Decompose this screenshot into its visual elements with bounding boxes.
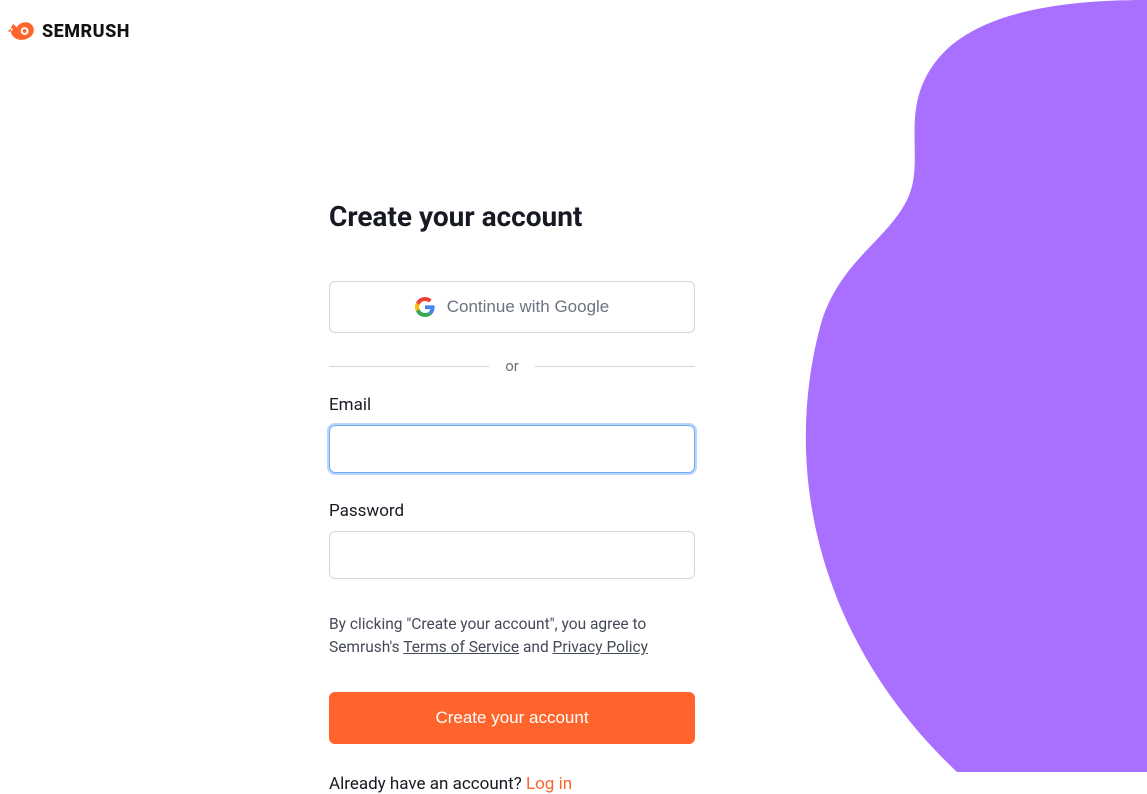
divider-line-right — [535, 366, 695, 367]
password-field[interactable] — [329, 531, 695, 579]
divider-line-left — [329, 366, 489, 367]
page-title: Create your account — [329, 200, 695, 233]
create-account-button[interactable]: Create your account — [329, 692, 695, 744]
continue-with-google-button[interactable]: Continue with Google — [329, 281, 695, 333]
semrush-fireball-icon — [8, 20, 36, 42]
login-link[interactable]: Log in — [526, 774, 572, 794]
terms-of-service-link[interactable]: Terms of Service — [403, 638, 519, 656]
login-prompt-text: Already have an account? — [329, 774, 526, 794]
password-label: Password — [329, 501, 695, 521]
logo-text: SEMRUSH — [42, 21, 130, 42]
google-icon — [415, 297, 435, 317]
divider: or — [329, 357, 695, 375]
google-button-label: Continue with Google — [447, 297, 610, 317]
privacy-policy-link[interactable]: Privacy Policy — [553, 638, 648, 656]
email-field[interactable] — [329, 425, 695, 473]
signup-form: Create your account Continue with Google… — [329, 200, 695, 794]
divider-text: or — [489, 357, 535, 375]
terms-text: By clicking "Create your account", you a… — [329, 613, 695, 660]
logo[interactable]: SEMRUSH — [8, 20, 130, 42]
background-decoration — [767, 0, 1147, 772]
terms-and: and — [519, 638, 552, 656]
login-prompt: Already have an account? Log in — [329, 774, 695, 794]
email-label: Email — [329, 395, 695, 415]
